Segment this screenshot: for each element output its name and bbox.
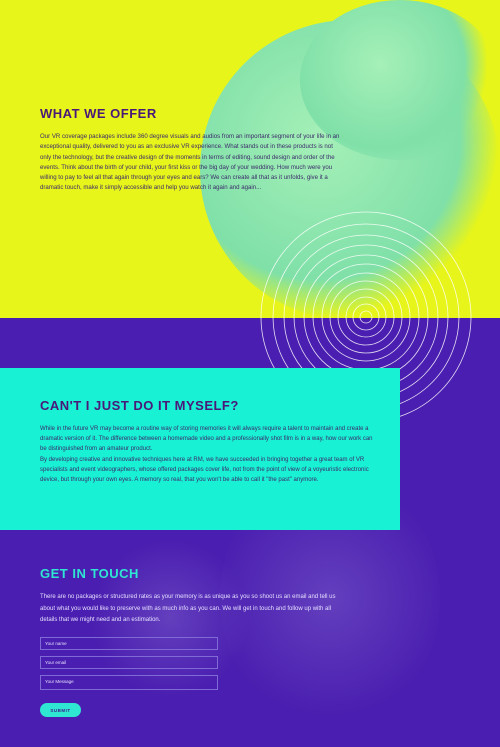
section-title-what-we-offer: WHAT WE OFFER: [40, 106, 157, 121]
name-input[interactable]: [40, 637, 218, 650]
submit-button[interactable]: SUBMIT: [40, 703, 81, 717]
section-title-diy: CAN'T I JUST DO IT MYSELF?: [40, 398, 239, 413]
diy-paragraph-2: By developing creative and innovative te…: [40, 456, 369, 484]
diy-text-block: While in the future VR may become a rout…: [40, 424, 375, 485]
contact-paragraph: There are no packages or structured rate…: [40, 594, 336, 624]
message-textarea[interactable]: [40, 675, 218, 690]
email-input[interactable]: [40, 656, 218, 669]
offer-paragraph: Our VR coverage packages include 360 deg…: [40, 133, 340, 192]
section-title-get-in-touch: GET IN TOUCH: [40, 566, 139, 581]
diy-paragraph-1: While in the future VR may become a rout…: [40, 426, 373, 453]
